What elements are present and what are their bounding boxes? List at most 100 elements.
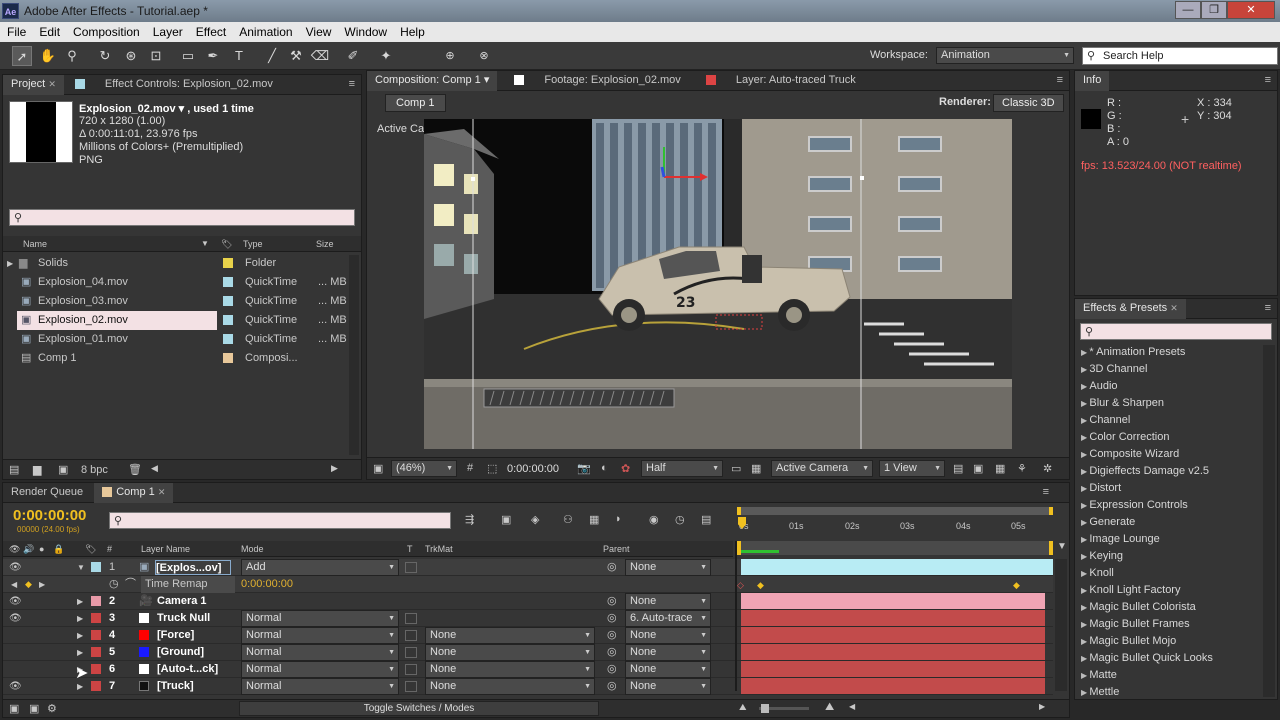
expand-arrow-icon[interactable]: ▼ bbox=[77, 559, 85, 576]
timeline-timecode[interactable]: 0:00:00:00 bbox=[13, 507, 86, 524]
layer-duration-bar[interactable] bbox=[741, 644, 1045, 660]
effects-scrollbar[interactable] bbox=[1263, 345, 1275, 697]
rectangle-tool-icon[interactable]: ▭ bbox=[178, 46, 198, 66]
auto-keyframe-icon[interactable]: ◷ bbox=[675, 513, 685, 526]
tab-comp-1[interactable]: Comp 1 ✕ bbox=[94, 483, 174, 503]
column-type[interactable]: Type bbox=[243, 236, 263, 252]
project-scrollbar[interactable] bbox=[349, 255, 359, 455]
parent-dropdown[interactable]: None bbox=[625, 559, 711, 576]
parent-dropdown[interactable]: None bbox=[625, 593, 711, 610]
zoom-tool-icon[interactable]: ⚲ bbox=[62, 46, 82, 66]
layer-duration-bar[interactable] bbox=[741, 661, 1045, 677]
blend-mode-dropdown[interactable]: Normal bbox=[241, 627, 399, 644]
layer-duration-bar[interactable] bbox=[741, 593, 1045, 609]
graph-editor-icon[interactable]: ▤ bbox=[701, 513, 711, 526]
column-parent[interactable]: Parent bbox=[603, 541, 630, 557]
project-item-explosion-02[interactable]: ▣ Explosion_02.mov QuickTime ... MB bbox=[3, 311, 349, 330]
layer-duration-bar[interactable] bbox=[741, 678, 1045, 694]
column-layer-name[interactable]: Layer Name bbox=[141, 541, 190, 557]
effect-category[interactable]: 3D Channel bbox=[1075, 361, 1261, 378]
minimize-button[interactable]: — bbox=[1175, 1, 1201, 19]
project-item-explosion-03[interactable]: ▣ Explosion_03.mov QuickTime ... MB bbox=[3, 292, 349, 311]
tab-render-queue[interactable]: Render Queue bbox=[3, 483, 91, 503]
time-remap-row[interactable]: ◀ ◆ ▶ ◷ ⌒ Time Remap 0:00:00:00 ◇ ◆ ◆ bbox=[3, 576, 1053, 593]
blend-mode-dropdown[interactable]: Normal bbox=[241, 644, 399, 661]
video-toggle-icon[interactable]: 👁 bbox=[9, 541, 20, 557]
view-layout-dropdown[interactable]: 1 View bbox=[879, 460, 945, 477]
layer-name[interactable]: [Truck] bbox=[157, 678, 194, 695]
type-tool-icon[interactable]: T bbox=[229, 46, 249, 66]
magnification-dropdown[interactable]: (46%) bbox=[391, 460, 457, 477]
stopwatch-icon[interactable]: ◷ bbox=[109, 576, 119, 593]
blend-mode-dropdown[interactable]: Normal bbox=[241, 678, 399, 695]
scroll-right-icon[interactable]: ▶ bbox=[331, 463, 338, 474]
flowchart-icon[interactable]: ⚘ bbox=[1017, 462, 1027, 475]
mask-visibility-icon[interactable]: ⬚ bbox=[487, 462, 497, 475]
layer-switches-icon[interactable]: ▣ bbox=[9, 702, 19, 715]
draft-3d-icon[interactable]: ◈ bbox=[531, 513, 539, 526]
panel-menu-icon[interactable]: ≡ bbox=[1265, 302, 1271, 314]
current-time[interactable]: 0:00:00:00 bbox=[507, 461, 567, 477]
parent-dropdown[interactable]: None bbox=[625, 661, 711, 678]
transfer-controls-icon[interactable]: ▣ bbox=[29, 702, 39, 715]
bit-depth-label[interactable]: 8 bpc bbox=[81, 464, 108, 476]
layer-row-1[interactable]: 👁 ▼ 1 ▣ [Explos...ov] Add ◎ None bbox=[3, 559, 1053, 576]
label-color[interactable] bbox=[223, 258, 233, 268]
work-area-bar[interactable] bbox=[737, 507, 1053, 515]
layer-row-2[interactable]: 👁 ▶ 2 🎥 Camera 1 ◎ None bbox=[3, 593, 1053, 610]
label-color[interactable] bbox=[91, 562, 101, 572]
layer-name[interactable]: Camera 1 bbox=[157, 593, 207, 610]
label-color[interactable] bbox=[91, 681, 101, 691]
project-search-field[interactable]: ⚲ bbox=[9, 209, 355, 226]
project-item-explosion-04[interactable]: ▣ Explosion_04.mov QuickTime ... MB bbox=[3, 273, 349, 292]
preserve-transparency-checkbox[interactable] bbox=[405, 613, 417, 624]
preserve-transparency-checkbox[interactable] bbox=[405, 647, 417, 658]
pickwhip-icon[interactable]: ◎ bbox=[607, 627, 617, 644]
layer-row-3[interactable]: 👁 ▶ 3 Truck Null Normal ◎ 6. Auto-trace bbox=[3, 610, 1053, 627]
effect-category[interactable]: Color Correction bbox=[1075, 429, 1261, 446]
time-remap-value[interactable]: 0:00:00:00 bbox=[241, 576, 293, 593]
rotate-tool-icon[interactable]: ↻ bbox=[95, 46, 115, 66]
region-of-interest-icon[interactable]: ▭ bbox=[731, 462, 741, 475]
expand-arrow-icon[interactable]: ▶ bbox=[77, 678, 83, 695]
menu-composition[interactable]: Composition bbox=[66, 22, 146, 39]
column-name[interactable]: Name bbox=[23, 236, 47, 252]
column-size[interactable]: Size bbox=[316, 236, 334, 252]
visibility-eye-icon[interactable]: 👁 bbox=[9, 678, 22, 695]
layer-row-6[interactable]: ▶ 6 [Auto-t...ck] Normal None ◎ None ➤ bbox=[3, 661, 1053, 682]
puppet-pin-tool-icon[interactable]: ✦ bbox=[376, 46, 396, 66]
expand-arrow-icon[interactable]: ▶ bbox=[77, 610, 83, 627]
new-folder-icon[interactable]: ▆ bbox=[33, 463, 41, 476]
track-matte-dropdown[interactable]: None bbox=[425, 661, 595, 678]
column-trkmat[interactable]: TrkMat bbox=[425, 541, 453, 557]
grid-icon[interactable]: # bbox=[467, 462, 473, 474]
menu-window[interactable]: Window bbox=[337, 22, 393, 39]
effect-category[interactable]: Magic Bullet Colorista bbox=[1075, 599, 1261, 616]
keyframe-icon[interactable]: ◇ bbox=[737, 577, 744, 594]
hide-shy-layers-icon[interactable]: ⚇ bbox=[563, 513, 573, 526]
blend-mode-dropdown[interactable]: Normal bbox=[241, 661, 399, 678]
scroll-left-icon[interactable]: ◀ bbox=[849, 702, 855, 711]
solo-toggle-icon[interactable]: ● bbox=[39, 541, 44, 557]
blend-mode-dropdown[interactable]: Normal bbox=[241, 610, 399, 627]
expand-arrow-icon[interactable]: ▶ bbox=[77, 627, 83, 644]
blend-mode-dropdown[interactable]: Add bbox=[241, 559, 399, 576]
label-color[interactable] bbox=[91, 630, 101, 640]
axis-world-icon[interactable]: ⊗ bbox=[474, 46, 494, 66]
menu-effect[interactable]: Effect bbox=[189, 22, 232, 39]
visibility-eye-icon[interactable]: 👁 bbox=[9, 593, 22, 610]
tab-effects-presets[interactable]: Effects & Presets ✕ bbox=[1075, 299, 1186, 319]
composition-viewer[interactable]: 23 bbox=[424, 119, 1012, 449]
pickwhip-icon[interactable]: ◎ bbox=[607, 644, 617, 661]
fast-previews-icon[interactable]: ▣ bbox=[973, 462, 983, 475]
orbit-camera-tool-icon[interactable]: ⊛ bbox=[121, 46, 141, 66]
panel-menu-icon[interactable]: ≡ bbox=[349, 78, 355, 90]
menu-edit[interactable]: Edit bbox=[32, 22, 66, 39]
menu-help[interactable]: Help bbox=[393, 22, 431, 39]
always-preview-icon[interactable]: ▣ bbox=[373, 462, 383, 475]
effect-category[interactable]: Magic Bullet Frames bbox=[1075, 616, 1261, 633]
preserve-transparency-checkbox[interactable] bbox=[405, 562, 417, 573]
preserve-transparency-checkbox[interactable] bbox=[405, 630, 417, 641]
menu-layer[interactable]: Layer bbox=[146, 22, 189, 39]
effect-category[interactable]: Matte bbox=[1075, 667, 1261, 684]
